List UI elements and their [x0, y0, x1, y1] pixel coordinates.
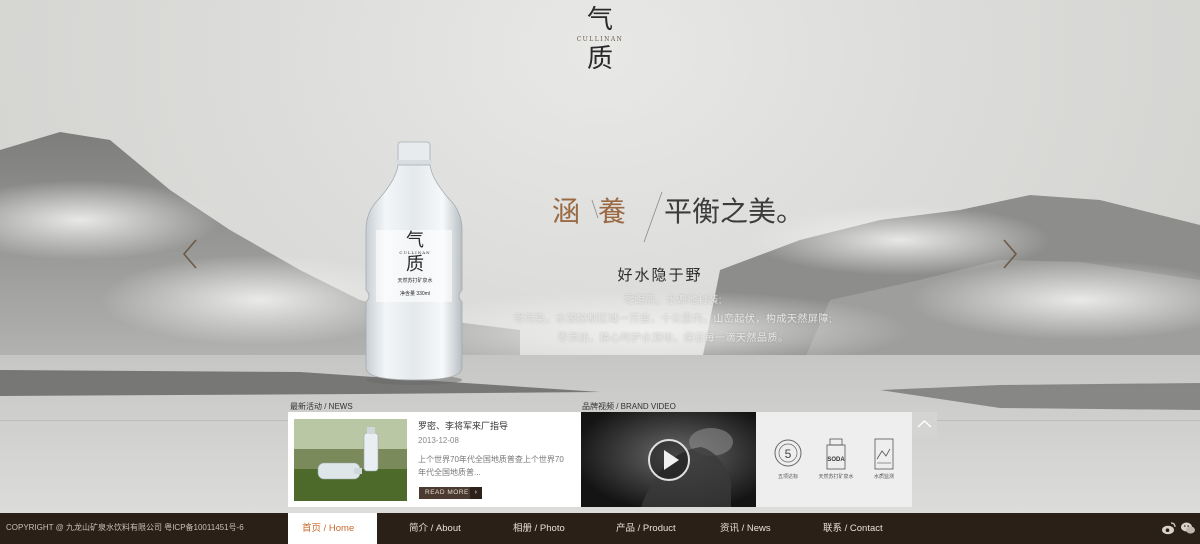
- bottle-label-line2: 净含量 330ml: [399, 291, 430, 297]
- nav-home[interactable]: 首页 / Home: [288, 513, 377, 544]
- footer-bar: COPYRIGHT @ 九龙山矿泉水饮料有限公司 粤ICP备10011451号-…: [0, 513, 1200, 544]
- bottle-label-bottom: 质: [406, 254, 424, 275]
- desc-line: 零距离，水源地封装;: [624, 295, 722, 306]
- nav-contact[interactable]: 联系 / Contact: [823, 513, 883, 544]
- news-image: [294, 419, 407, 501]
- hero-tagline: 好水隐于野: [617, 266, 703, 284]
- play-icon[interactable]: [647, 438, 691, 482]
- slogan-word-2: 養: [598, 195, 627, 228]
- chevron-right-icon: ›: [470, 487, 482, 499]
- next-slide-button[interactable]: [998, 238, 1022, 270]
- news-thumbnail[interactable]: [294, 419, 407, 501]
- logo-english: CULLINAN: [576, 36, 624, 43]
- nav-product[interactable]: 产品 / Product: [616, 513, 676, 544]
- scroll-top-icon: [917, 420, 932, 428]
- nav-about[interactable]: 简介 / About: [409, 513, 461, 544]
- cert-caption: 水质监测: [873, 474, 894, 480]
- scroll-top-button[interactable]: [912, 412, 937, 437]
- cert-caption: 五项达标: [777, 474, 798, 480]
- news-panel: 罗密、李将军来厂指导 2013-12-08 上个世界70年代全国地质普查上个世界…: [288, 412, 581, 507]
- logo-bottom-char: 质: [586, 44, 613, 74]
- read-more-button[interactable]: READ MORE ›: [419, 487, 482, 499]
- news-excerpt: 上个世界70年代全国地质普查上个世界70年代全国地质普...: [418, 455, 564, 477]
- cert-item: SODA 天然苏打矿泉水: [816, 437, 856, 480]
- prev-slide-button[interactable]: [180, 238, 204, 270]
- soda-bottle-icon: SODA: [826, 438, 846, 470]
- left-arrow-icon: [182, 239, 197, 269]
- brand-logo[interactable]: 气 CULLINAN 质: [575, 6, 625, 90]
- nav-photo[interactable]: 相册 / Photo: [513, 513, 565, 544]
- brand-video-panel[interactable]: [581, 412, 756, 507]
- read-more-label: READ MORE: [425, 489, 469, 496]
- cert-item: 水质监测: [864, 437, 904, 480]
- cert-mark: SODA: [827, 457, 845, 463]
- bottle-label-line1: 天然苏打矿泉水: [397, 278, 433, 284]
- news-title[interactable]: 罗密、李将军来厂指导: [418, 419, 508, 432]
- slogan-word-1: 涵: [552, 195, 581, 228]
- certifications-panel: 5 五项达标 SODA 天然苏打矿泉水 水质监测: [756, 412, 912, 507]
- water-quality-icon: [874, 438, 894, 470]
- bottle-label: 气 CULLINAN 质 天然苏打矿泉水 净含量 330ml: [380, 230, 450, 298]
- desc-line: 零添加，精心呵护水源地，保证每一滴天然品质。: [557, 333, 789, 344]
- nav-news[interactable]: 资讯 / News: [720, 513, 771, 544]
- news-section-label: 最新活动 / NEWS: [290, 402, 353, 411]
- right-arrow-icon: [1003, 239, 1018, 269]
- news-date: 2013-12-08: [418, 436, 459, 445]
- logo-top-char: 气: [586, 5, 613, 35]
- video-section-label: 品牌视频 / BRAND VIDEO: [582, 402, 676, 411]
- weibo-icon[interactable]: [1161, 520, 1177, 536]
- cert-mark: 5: [785, 447, 792, 461]
- desc-line: 零污染，水源控制区域一万亩，十公里内，山峦起伏，构成天然屏障;: [513, 314, 833, 325]
- cert-caption: 天然苏打矿泉水: [818, 474, 854, 480]
- bottle-label-top: 气: [406, 230, 424, 251]
- cert-item: 5 五项达标: [768, 437, 808, 480]
- copyright-text: COPYRIGHT @ 九龙山矿泉水饮料有限公司 粤ICP备10011451号-…: [6, 523, 244, 532]
- slogan-word-3: 平衡之美。: [664, 195, 805, 228]
- wechat-icon[interactable]: [1180, 520, 1196, 536]
- hero-description: 零距离，水源地封装; 零污染，水源控制区域一万亩，十公里内，山峦起伏，构成天然屏…: [500, 291, 846, 348]
- five-star-badge-icon: 5: [774, 439, 802, 467]
